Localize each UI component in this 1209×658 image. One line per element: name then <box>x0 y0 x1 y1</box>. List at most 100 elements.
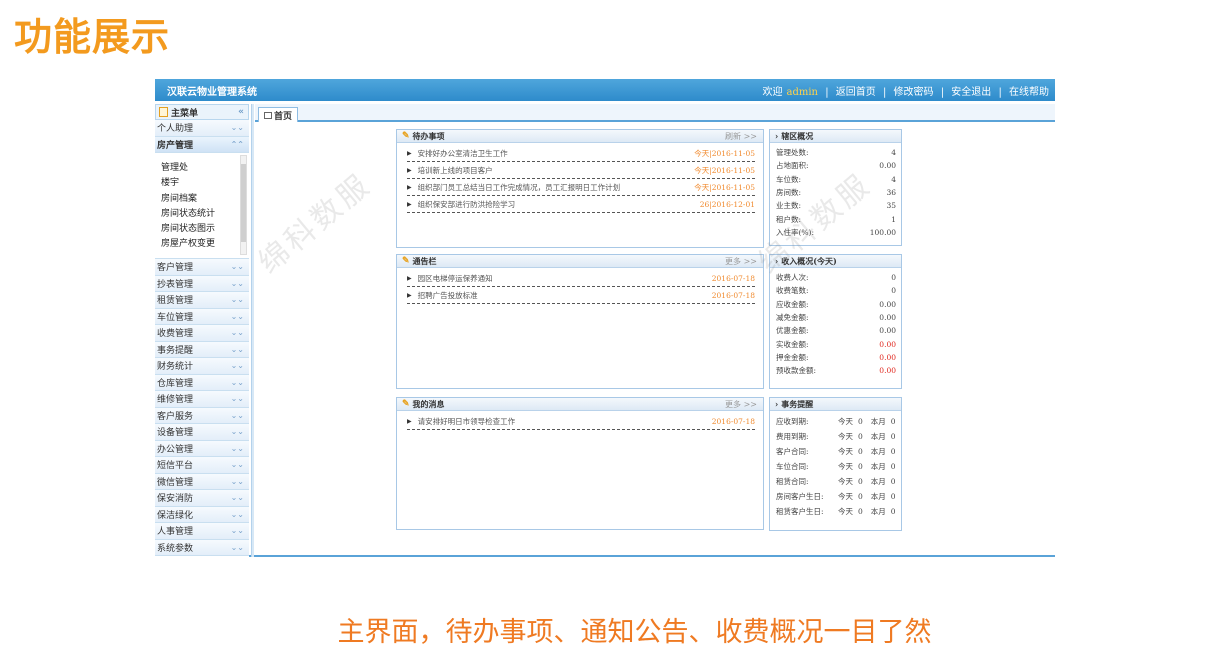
slide-title: 功能展示 <box>14 15 171 59</box>
pencil-icon: ✎ <box>402 256 410 266</box>
chevron-down-icon: ⌄⌄ <box>230 443 244 453</box>
submenu-item[interactable]: 房间状态图示 <box>155 222 249 237</box>
sidebar-item[interactable]: 事务提醒 ⌄⌄ <box>155 341 249 358</box>
chevron-down-icon: ⌄⌄ <box>230 361 244 371</box>
panel-title: 我的消息 <box>412 398 445 409</box>
sidebar-item[interactable]: 保洁绿化 ⌄⌄ <box>155 506 249 523</box>
sidebar-item-label: 仓库管理 <box>157 378 194 389</box>
user-name[interactable]: admin <box>787 87 818 98</box>
month-count: 0 <box>890 492 896 501</box>
sidebar-item-label: 房产管理 <box>157 140 194 151</box>
tab-home[interactable]: 首页 <box>258 107 298 122</box>
sidebar-item[interactable]: 仓库管理 ⌄⌄ <box>155 374 249 391</box>
list-item[interactable]: ▶ 安排好办公室清洁卫生工作 今天|2016-11-05 <box>407 145 755 162</box>
list-item[interactable]: ▶ 招聘广告投放标准 2016-07-18 <box>407 287 755 304</box>
sidebar-item-label: 维修管理 <box>157 395 194 406</box>
item-date: 2016-07-18 <box>711 290 755 300</box>
bullet-icon: ▶ <box>407 166 412 174</box>
reminder-row[interactable]: 租赁客户生日: 今天 0 本月 0 <box>770 504 901 519</box>
stat-value: 0.00 <box>879 161 896 171</box>
income-rows: 收费人次: 0 收费笔数: 0 应收金额: 0.00 减免金额: 0.00 优惠金额: 0.00 实… <box>770 268 901 377</box>
reminder-row[interactable]: 费用到期: 今天 0 本月 0 <box>770 429 901 444</box>
reminder-row[interactable]: 车位合同: 今天 0 本月 0 <box>770 459 901 474</box>
stat-label: 预收款金额: <box>776 366 817 376</box>
collapse-sidebar-icon[interactable]: « <box>238 107 244 117</box>
list-item[interactable]: ▶ 园区电梯停运保养通知 2016-07-18 <box>407 270 755 287</box>
chevron-down-icon: ⌄⌄ <box>230 493 244 503</box>
sidebar-item[interactable]: 保安消防 ⌄⌄ <box>155 490 249 507</box>
stat-label: 应收金额: <box>776 299 809 309</box>
list-item[interactable]: ▶ 培训新上线的项目客户 今天|2016-11-05 <box>407 162 755 179</box>
month-count: 0 <box>890 417 896 426</box>
home-link[interactable]: 返回首页 <box>836 87 876 98</box>
sidebar-header-label: 主菜单 <box>171 108 199 119</box>
chevron-down-icon: ⌄⌄ <box>230 394 244 404</box>
welcome-text: 欢迎 <box>762 86 783 98</box>
notice-panel: ✎ 通告栏 更多 >> ▶ 园区电梯停运保养通知 2016-07-18 ▶ 招聘广告投… <box>396 254 764 389</box>
list-item[interactable]: ▶ 组织部门员工总结当日工作完成情况，员工汇报明日工作计划 今天|2016-11-0… <box>407 179 755 196</box>
sidebar-item-label: 短信平台 <box>157 461 194 472</box>
property-submenu: 管理处 楼宇 房间档案 房间状态统计 房间状态图示 房屋产权变更 <box>155 153 249 259</box>
sidebar-item[interactable]: 维修管理 ⌄⌄ <box>155 391 249 408</box>
sidebar-item[interactable]: 财务统计 ⌄⌄ <box>155 358 249 375</box>
stat-value: 4 <box>891 174 896 184</box>
watermark: 绵科数服 <box>251 166 379 281</box>
refresh-link[interactable]: 刷新 >> <box>725 131 757 142</box>
system-name: 汉联云物业管理系统 <box>167 86 257 98</box>
submenu-item[interactable]: 房屋产权变更 <box>155 237 249 252</box>
submenu-item[interactable]: 楼宇 <box>155 176 249 191</box>
app-screenshot: 汉联云物业管理系统 欢迎 admin | 返回首页 | 修改密码 | 安全退出 |… <box>155 79 1055 557</box>
sidebar-item[interactable]: 办公管理 ⌄⌄ <box>155 440 249 457</box>
sidebar-splitter[interactable] <box>251 104 254 557</box>
list-item[interactable]: ▶ 组织保安部进行防洪抢险学习 26|2016-12-01 <box>407 196 755 213</box>
change-password-link[interactable]: 修改密码 <box>894 87 934 98</box>
chevron-down-icon: ⌄⌄ <box>230 410 244 420</box>
reminder-label: 应收到期: <box>776 417 809 426</box>
sidebar-item[interactable]: 车位管理 ⌄⌄ <box>155 308 249 325</box>
item-date: 今天|2016-11-05 <box>694 182 755 192</box>
submenu-scrollbar[interactable] <box>240 155 247 255</box>
sidebar-item[interactable]: 收费管理 ⌄⌄ <box>155 325 249 342</box>
list-item[interactable]: ▶ 请安排好明日市领导检查工作 2016-07-18 <box>407 413 755 430</box>
reminder-label: 客户合同: <box>776 447 809 456</box>
sidebar-item[interactable]: 客户服务 ⌄⌄ <box>155 407 249 424</box>
sidebar-item-property[interactable]: 房产管理 ⌃⌃ <box>155 136 249 153</box>
scrollbar-thumb[interactable] <box>241 164 246 242</box>
help-link[interactable]: 在线帮助 <box>1009 87 1049 98</box>
stat-value: 1 <box>891 214 896 224</box>
chevron-down-icon: ⌄⌄ <box>230 311 244 321</box>
sidebar-item[interactable]: 租赁管理 ⌄⌄ <box>155 292 249 309</box>
submenu-item[interactable]: 房间状态统计 <box>155 207 249 222</box>
reminder-row[interactable]: 客户合同: 今天 0 本月 0 <box>770 444 901 459</box>
month-label: 本月 <box>870 492 886 501</box>
sidebar-item[interactable]: 短信平台 ⌄⌄ <box>155 457 249 474</box>
more-link[interactable]: 更多 >> <box>725 256 757 267</box>
sidebar-item[interactable]: 抄表管理 ⌄⌄ <box>155 275 249 292</box>
sidebar-item[interactable]: 微信管理 ⌄⌄ <box>155 473 249 490</box>
stat-value: 0.00 <box>879 299 896 309</box>
sidebar-item[interactable]: 客户管理 ⌄⌄ <box>155 259 249 276</box>
sidebar-item-personal[interactable]: 个人助理 ⌄⌄ <box>155 120 249 137</box>
stat-row: 收费人次: 0 <box>770 271 901 284</box>
submenu-item[interactable]: 管理处 <box>155 161 249 176</box>
submenu-item[interactable]: 房间档案 <box>155 192 249 207</box>
stat-label: 车位数: <box>776 174 802 184</box>
logout-link[interactable]: 安全退出 <box>951 87 991 98</box>
sidebar-item[interactable]: 设备管理 ⌄⌄ <box>155 424 249 441</box>
sidebar-item[interactable]: 人事管理 ⌄⌄ <box>155 523 249 540</box>
reminder-row[interactable]: 应收到期: 今天 0 本月 0 <box>770 414 901 429</box>
today-count: 0 <box>858 492 863 501</box>
sidebar-item-label: 收费管理 <box>157 329 194 340</box>
sidebar-item[interactable]: 系统参数 ⌄⌄ <box>155 539 249 556</box>
reminder-row[interactable]: 房间客户生日: 今天 0 本月 0 <box>770 489 901 504</box>
bullet-icon: ▶ <box>407 417 412 425</box>
month-count: 0 <box>890 507 896 516</box>
sidebar-item-label: 客户管理 <box>157 263 194 274</box>
reminder-row[interactable]: 租赁合同: 今天 0 本月 0 <box>770 474 901 489</box>
chevron-down-icon: ⌄⌄ <box>230 509 244 519</box>
more-link[interactable]: 更多 >> <box>725 399 757 410</box>
stat-label: 押金金额: <box>776 352 809 362</box>
separator: | <box>882 86 887 98</box>
sidebar-item-label: 微信管理 <box>157 477 194 488</box>
panel-title: 通告栏 <box>412 255 437 266</box>
